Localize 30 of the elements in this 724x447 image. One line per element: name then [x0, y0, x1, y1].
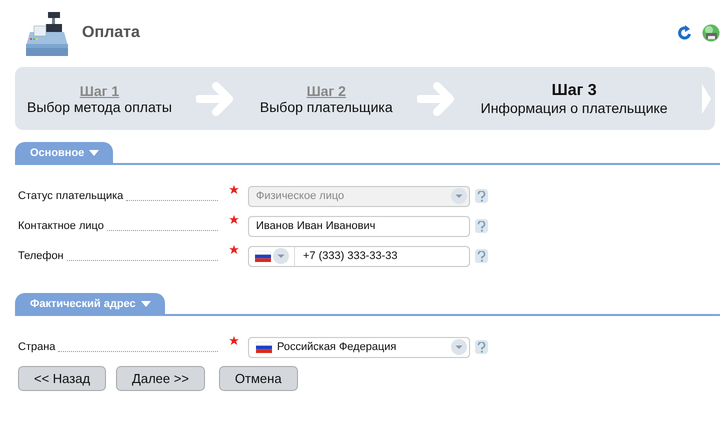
printer-globe-icon[interactable]: [702, 24, 720, 42]
step-description: Выбор метода оплаты: [27, 98, 172, 114]
step-description: Информация о плательщике: [480, 100, 668, 116]
dropdown-icon[interactable]: [273, 248, 289, 264]
step-label: Шаг 3: [552, 82, 597, 100]
field-label: Контактное лицо: [18, 220, 104, 232]
caret-icon[interactable]: [140, 301, 151, 307]
refresh-icon[interactable]: [677, 25, 693, 41]
arrow-icon: [196, 82, 236, 116]
dropdown-icon[interactable]: [451, 339, 467, 355]
help-icon[interactable]: [475, 340, 488, 354]
chevron-icon: [700, 82, 712, 116]
help-icon[interactable]: [475, 249, 488, 263]
flag-icon: [256, 342, 272, 352]
page-title: Оплата: [82, 24, 140, 42]
form-button[interactable]: Далее >>: [116, 366, 205, 391]
help-icon[interactable]: [475, 219, 488, 233]
field-label: Телефон: [18, 250, 64, 262]
help-icon[interactable]: [475, 189, 488, 203]
form-button[interactable]: << Назад: [18, 366, 106, 391]
form-button[interactable]: Отмена: [218, 366, 298, 391]
select-field[interactable]: Российская Федерация: [248, 336, 470, 358]
input-field[interactable]: Иванов Иван Иванович: [248, 216, 470, 236]
flag-icon: [255, 250, 271, 262]
phone-field[interactable]: +7 (333) 333-33-33: [248, 246, 470, 266]
field-label: Страна: [18, 341, 56, 353]
step-description: Выбор плательщика: [260, 98, 393, 114]
field-label: Статус плательщика: [18, 190, 124, 202]
arrow-icon: [416, 82, 457, 116]
caret-icon[interactable]: [89, 150, 100, 156]
